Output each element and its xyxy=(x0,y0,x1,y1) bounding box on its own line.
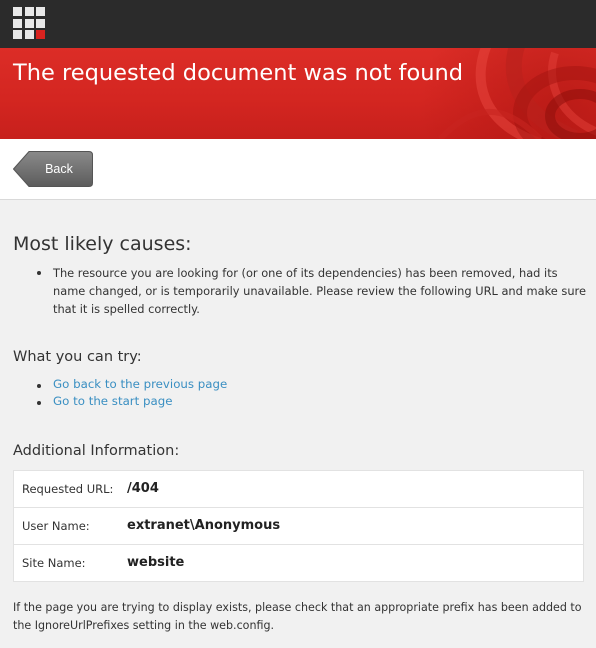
footer-note: If the page you are trying to display ex… xyxy=(13,601,582,632)
logo-cell xyxy=(36,7,45,16)
top-bar xyxy=(0,0,596,48)
logo-cell xyxy=(24,7,34,16)
back-button-label: Back xyxy=(45,162,73,176)
info-row-user-name: User Name: extranet\Anonymous xyxy=(14,508,583,545)
go-back-link[interactable]: Go back to the previous page xyxy=(53,377,227,391)
logo-cell xyxy=(13,7,22,16)
info-row-site-name: Site Name: website xyxy=(14,545,583,581)
info-table: Requested URL: /404 User Name: extranet\… xyxy=(13,470,584,582)
info-row-requested-url: Requested URL: /404 xyxy=(14,471,583,508)
info-value: website xyxy=(127,555,185,570)
bullet-icon xyxy=(37,384,41,388)
logo-cell xyxy=(36,18,45,28)
logo-cell xyxy=(13,30,22,39)
start-page-link[interactable]: Go to the start page xyxy=(53,394,173,408)
sitecore-grid-logo-icon[interactable] xyxy=(13,7,45,39)
causes-heading: Most likely causes: xyxy=(13,233,192,255)
try-heading: What you can try: xyxy=(13,349,142,365)
toolbar: Back xyxy=(0,139,596,200)
additional-info-heading: Additional Information: xyxy=(13,443,180,459)
info-value: extranet\Anonymous xyxy=(127,518,281,533)
logo-cell xyxy=(24,18,34,28)
error-banner: The requested document was not found xyxy=(0,48,596,139)
cause-item: The resource you are looking for (or one… xyxy=(53,266,586,316)
back-button[interactable]: Back xyxy=(13,151,93,187)
info-key: Site Name: xyxy=(22,556,86,570)
logo-cell xyxy=(13,18,22,28)
page-title: The requested document was not found xyxy=(13,60,464,86)
info-key: User Name: xyxy=(22,519,90,533)
bullet-icon xyxy=(37,401,41,405)
logo-cell-accent xyxy=(36,30,45,39)
info-value: /404 xyxy=(127,481,159,496)
info-key: Requested URL: xyxy=(22,482,114,496)
logo-cell xyxy=(24,30,34,39)
bullet-icon xyxy=(37,271,41,275)
